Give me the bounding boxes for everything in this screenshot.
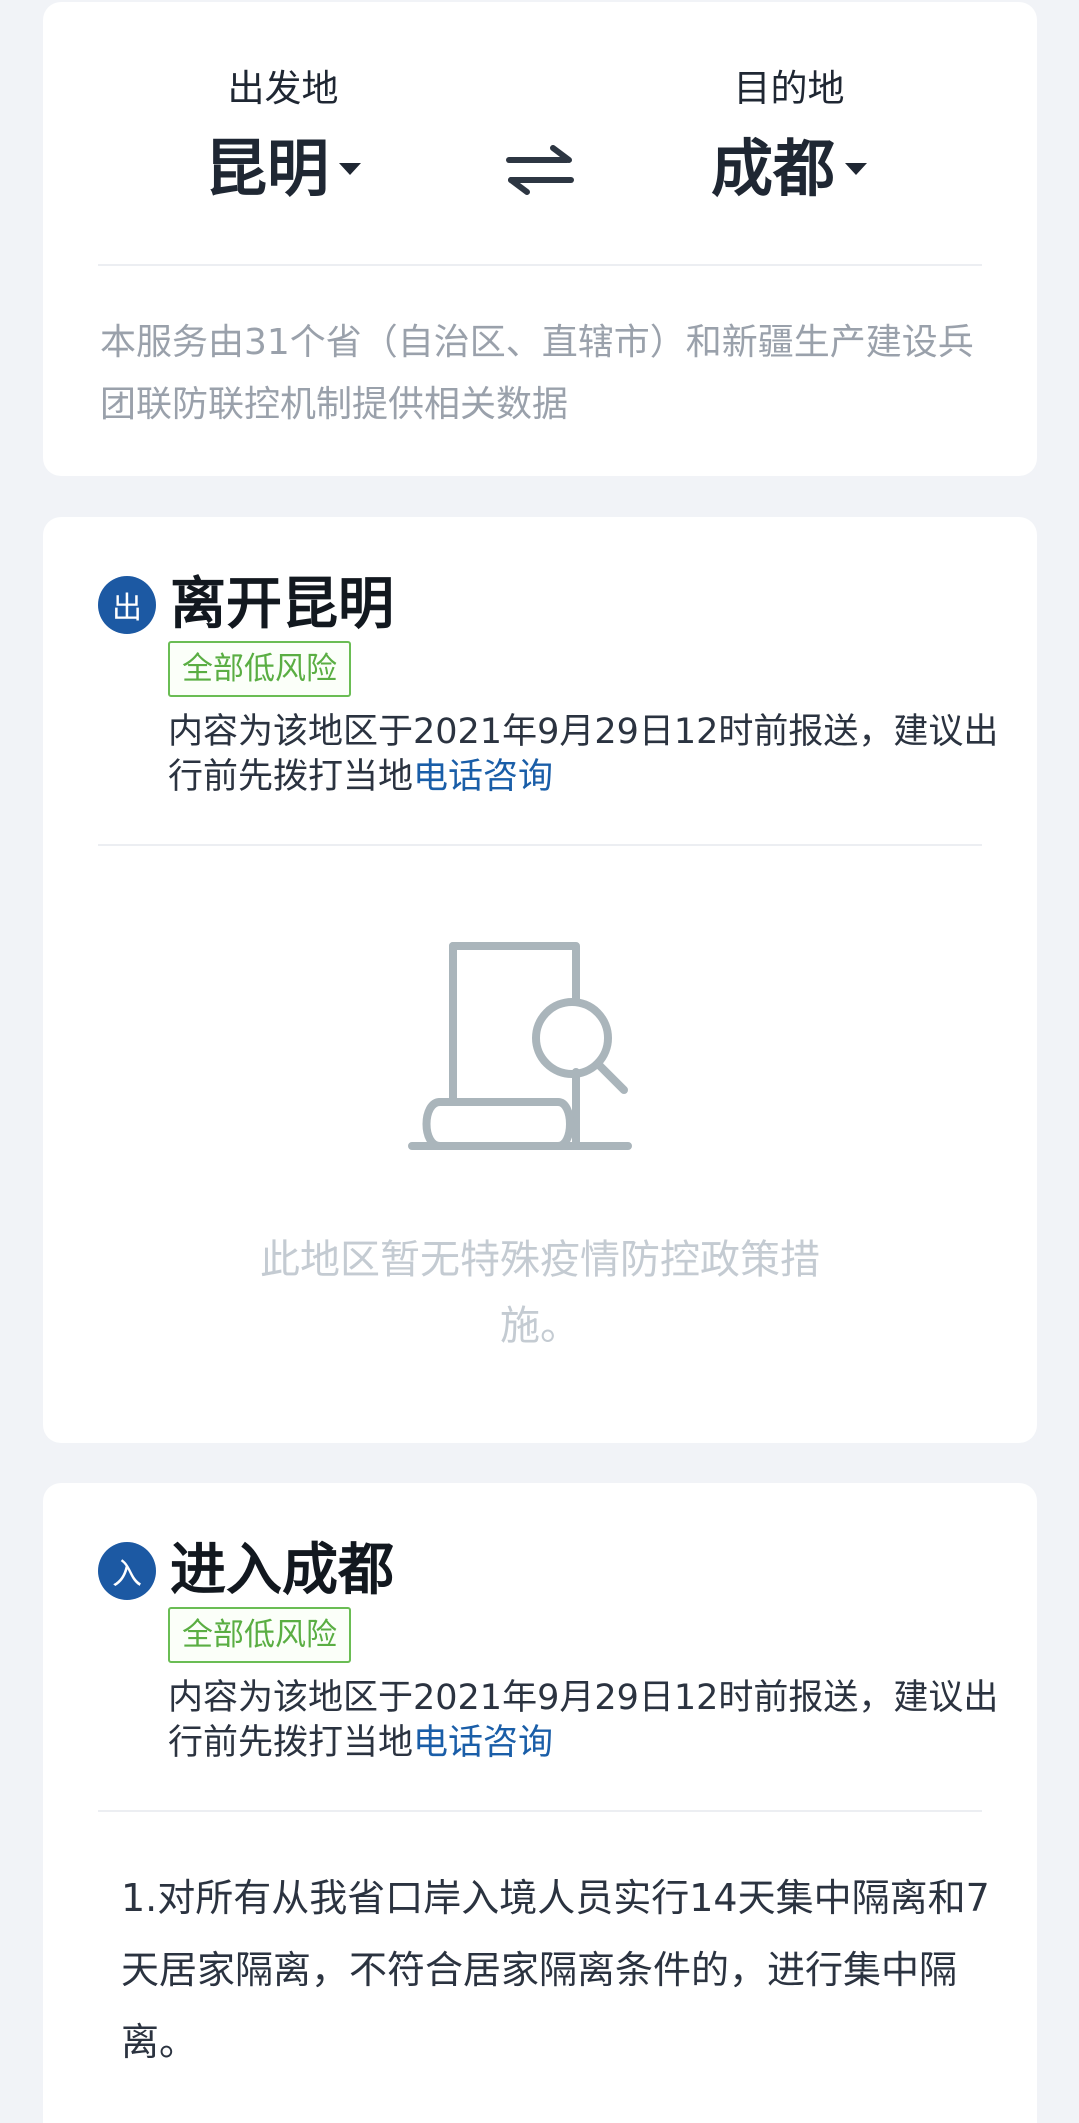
departure-city: 昆明: [204, 132, 329, 205]
enter-divider: [98, 1810, 982, 1812]
departure-label: 出发地: [227, 67, 339, 110]
enter-policy-card: 入 进入成都 全部低风险 内容为该地区于2021年9月29日12时前报送，建议出…: [43, 1483, 1037, 2123]
phone-consult-link[interactable]: 电话咨询: [413, 1723, 553, 1763]
leave-title: 离开昆明: [170, 572, 394, 637]
destination-selector[interactable]: 目的地 成都: [639, 64, 939, 206]
no-policy-message: 此地区暂无特殊疫情防控政策措施。: [260, 1237, 820, 1349]
report-info: 内容为该地区于2021年9月29日12时前报送，建议出行前先拨打当地电话咨询: [168, 710, 1018, 800]
destination-label: 目的地: [733, 67, 845, 110]
departure-selector[interactable]: 出发地 昆明: [133, 64, 433, 206]
risk-level-badge: 全部低风险: [168, 641, 351, 697]
data-source-note: 本服务由31个省（自治区、直辖市）和新疆生产建设兵团联防联控机制提供相关数据: [100, 322, 974, 425]
destination-city-dropdown[interactable]: 成都: [711, 132, 867, 206]
leave-policy-card: 出 离开昆明 全部低风险 内容为该地区于2021年9月29日12时前报送，建议出…: [43, 517, 1037, 1443]
report-text: 内容为该地区于2021年9月29日12时前报送，建议出行前先拨打当地: [168, 1678, 999, 1763]
route-selector-card: 出发地 昆明 目的地 成都 本服务由31个省（自治区、直辖市）和新疆生产建设兵团…: [43, 2, 1037, 476]
entry-policy-text: 1.对所有从我省口岸入境人员实行14天集中隔离和7天居家隔离，不符合居家隔离条件…: [121, 1876, 990, 2064]
enter-header: 入 进入成都: [98, 1535, 394, 1607]
swap-arrows-icon: [506, 145, 574, 195]
exit-badge-icon: 出: [98, 576, 156, 634]
leave-divider: [98, 844, 982, 846]
swap-route-button[interactable]: [495, 140, 585, 200]
enter-title: 进入成都: [170, 1538, 394, 1603]
document-search-icon: [408, 942, 632, 1150]
report-text: 内容为该地区于2021年9月29日12时前报送，建议出行前先拨打当地: [168, 712, 999, 797]
departure-city-dropdown[interactable]: 昆明: [205, 132, 361, 206]
risk-level-badge: 全部低风险: [168, 1607, 351, 1663]
leave-header: 出 离开昆明: [98, 569, 394, 641]
caret-down-icon: [845, 163, 867, 175]
caret-down-icon: [339, 163, 361, 175]
phone-consult-link[interactable]: 电话咨询: [413, 757, 553, 797]
report-info: 内容为该地区于2021年9月29日12时前报送，建议出行前先拨打当地电话咨询: [168, 1676, 1018, 1766]
entry-badge-icon: 入: [98, 1542, 156, 1600]
route-divider: [98, 264, 982, 266]
destination-city: 成都: [710, 132, 835, 205]
